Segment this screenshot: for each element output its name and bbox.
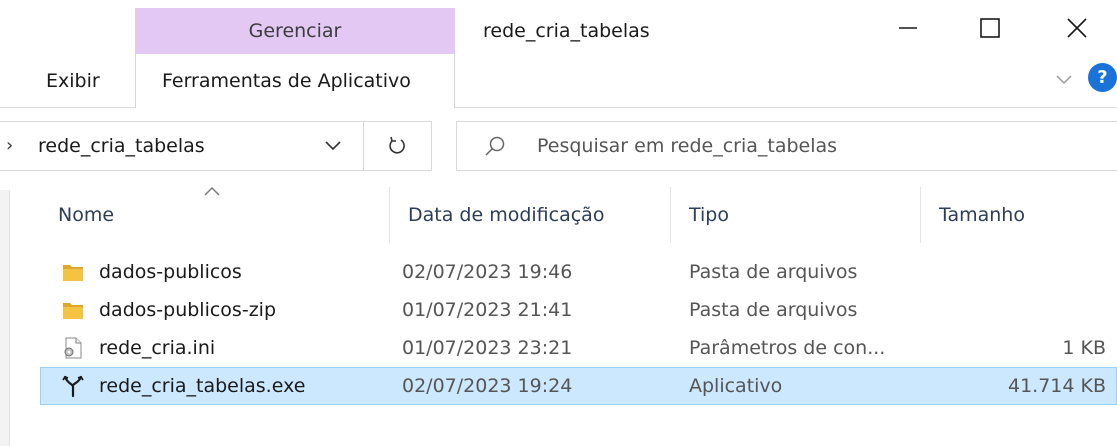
column-header-size-label: Tamanho xyxy=(939,204,1025,226)
folder-icon xyxy=(63,265,83,281)
file-date: 01/07/2023 23:21 xyxy=(402,337,573,359)
refresh-button[interactable] xyxy=(364,122,430,170)
table-row[interactable]: dados-publicos-zip 01/07/2023 21:41 Past… xyxy=(40,291,1117,329)
table-row[interactable]: dados-publicos 02/07/2023 19:46 Pasta de… xyxy=(40,253,1117,291)
breadcrumb-path[interactable]: rede_cria_tabelas xyxy=(38,122,205,170)
file-type: Pasta de arquivos xyxy=(689,261,858,283)
minimize-button[interactable] xyxy=(878,8,938,48)
ribbon-divider-right xyxy=(455,107,1117,108)
column-header-name-label: Nome xyxy=(58,204,115,226)
refresh-icon xyxy=(389,136,405,154)
search-input[interactable] xyxy=(537,122,1097,170)
maximize-icon xyxy=(980,18,1000,38)
file-size: 1 KB xyxy=(1062,337,1106,359)
file-size: 41.714 KB xyxy=(1007,375,1106,397)
file-list: dados-publicos 02/07/2023 19:46 Pasta de… xyxy=(40,253,1117,405)
column-header-date-label: Data de modificação xyxy=(408,204,605,226)
search-icon xyxy=(485,136,505,156)
manage-tab-label: Gerenciar xyxy=(248,20,342,42)
minimize-icon xyxy=(899,27,917,29)
ribbon-divider xyxy=(0,107,135,108)
table-row-selected[interactable]: rede_cria_tabelas.exe 02/07/2023 19:24 A… xyxy=(40,367,1117,405)
column-header-row: Nome Data de modificação Tipo Tamanho xyxy=(40,187,1117,243)
settings-file-icon xyxy=(64,337,82,359)
maximize-button[interactable] xyxy=(960,8,1020,48)
expand-ribbon-button[interactable] xyxy=(1052,68,1076,92)
help-icon[interactable]: ? xyxy=(1088,63,1117,92)
breadcrumb-separator-icon: › xyxy=(6,135,14,156)
tab-ferramentas-de-aplicativo[interactable]: Ferramentas de Aplicativo xyxy=(135,54,455,108)
file-type: Pasta de arquivos xyxy=(689,299,858,321)
file-date: 02/07/2023 19:46 xyxy=(402,261,573,283)
chevron-down-icon xyxy=(325,141,341,151)
column-header-size[interactable]: Tamanho xyxy=(920,187,1117,243)
folder-icon xyxy=(63,303,83,319)
file-name: rede_cria_tabelas.exe xyxy=(99,375,306,397)
file-type: Aplicativo xyxy=(689,375,783,397)
file-date: 01/07/2023 21:41 xyxy=(402,299,573,321)
file-name: dados-publicos-zip xyxy=(99,299,277,321)
column-header-type[interactable]: Tipo xyxy=(670,187,920,243)
ribbon-tabs: Exibir Ferramentas de Aplicativo xyxy=(0,54,1117,108)
file-name: dados-publicos xyxy=(99,261,242,283)
address-history-dropdown[interactable] xyxy=(310,122,356,170)
navigation-pane-edge[interactable] xyxy=(0,190,10,446)
close-button[interactable] xyxy=(1047,8,1107,48)
search-box[interactable] xyxy=(456,121,1117,171)
close-icon xyxy=(1067,18,1087,38)
application-icon xyxy=(62,375,84,398)
file-date: 02/07/2023 19:24 xyxy=(402,375,573,397)
column-header-name[interactable]: Nome xyxy=(40,187,389,243)
sort-ascending-icon xyxy=(204,187,220,196)
column-header-date[interactable]: Data de modificação xyxy=(389,187,670,243)
file-type: Parâmetros de con... xyxy=(689,337,886,359)
address-bar[interactable]: › rede_cria_tabelas xyxy=(0,121,432,171)
column-header-type-label: Tipo xyxy=(689,204,729,226)
window-title: rede_cria_tabelas xyxy=(483,20,650,42)
tab-exibir[interactable]: Exibir xyxy=(46,54,100,108)
manage-context-tab[interactable]: Gerenciar xyxy=(135,8,455,54)
file-name: rede_cria.ini xyxy=(99,337,216,359)
chevron-down-icon xyxy=(1056,75,1072,85)
table-row[interactable]: rede_cria.ini 01/07/2023 23:21 Parâmetro… xyxy=(40,329,1117,367)
